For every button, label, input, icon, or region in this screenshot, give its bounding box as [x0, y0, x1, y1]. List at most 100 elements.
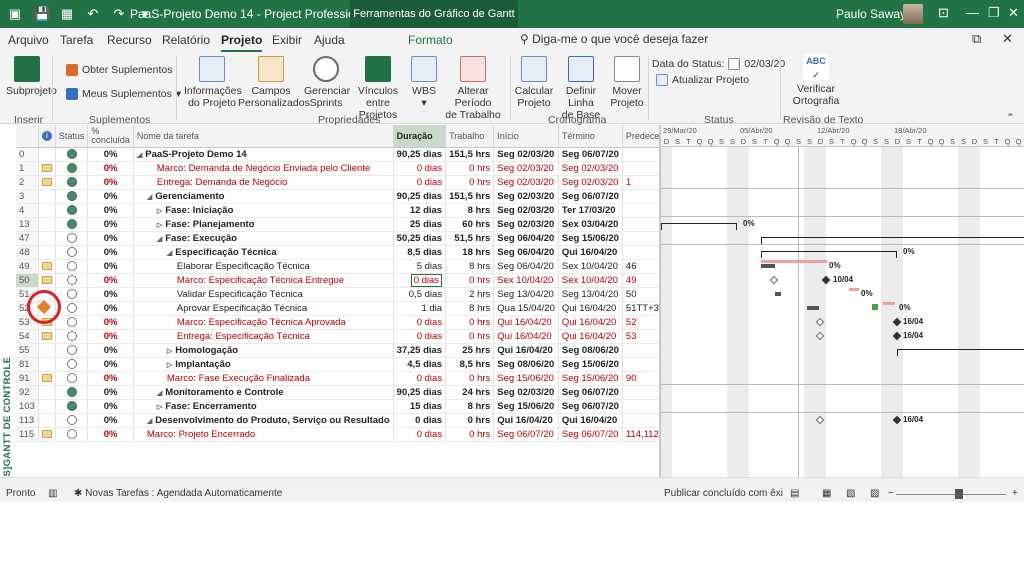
duration-cell[interactable]: 90,25 dias [393, 147, 447, 162]
pct-complete-cell[interactable]: 0% [87, 147, 134, 162]
finish-cell[interactable]: Ter 17/03/20 [558, 203, 623, 218]
duration-cell[interactable]: 5 dias [393, 259, 447, 274]
tab-exibir[interactable]: Exibir [272, 33, 302, 47]
start-cell[interactable]: Seg 02/03/20 [493, 161, 559, 176]
indicators-cell[interactable] [38, 175, 56, 190]
project-info-button[interactable]: Informações do Projeto [184, 56, 242, 109]
collapse-triangle-icon[interactable]: ▷ [157, 221, 162, 229]
status-cell[interactable] [55, 203, 89, 218]
start-cell[interactable]: Seg 15/06/20 [493, 371, 559, 386]
table-row[interactable]: 50 0% Marco: Especificação Técnica Entregu… [16, 273, 697, 288]
table-row[interactable]: 0 0% ◢ PaaS-Projeto Demo 14 90,25 dias 151,5 … [16, 147, 697, 162]
status-cell[interactable] [55, 385, 89, 400]
status-cell[interactable] [55, 287, 89, 302]
indicators-cell[interactable] [38, 399, 56, 414]
pct-complete-cell[interactable]: 0% [87, 259, 134, 274]
status-cell[interactable] [55, 357, 89, 372]
status-cell[interactable] [55, 161, 89, 176]
avatar[interactable] [903, 4, 923, 24]
status-cell[interactable] [55, 427, 89, 442]
work-cell[interactable]: 2 hrs [445, 287, 495, 302]
indicators-cell[interactable] [38, 259, 56, 274]
pct-complete-cell[interactable]: 0% [87, 385, 134, 400]
start-cell[interactable]: Qui 16/04/20 [493, 413, 559, 428]
table-row[interactable]: 54 0% Entrega: Especificação Técnica 0 dias… [16, 329, 697, 344]
tab-relatorio[interactable]: Relatório [162, 33, 210, 47]
pct-complete-cell[interactable]: 0% [87, 203, 134, 218]
pct-complete-cell[interactable]: 0% [87, 315, 134, 330]
start-cell[interactable]: Qui 16/04/20 [493, 329, 559, 344]
table-row[interactable]: 52 0% Aprovar Especificação Técnica 1 dia 8 … [16, 301, 697, 316]
note-icon[interactable] [41, 177, 52, 186]
table-row[interactable]: 3 0% ◢ Gerenciamento 90,25 dias 151,5 hrs Seg … [16, 189, 697, 204]
collapse-triangle-icon[interactable]: ◢ [167, 249, 172, 257]
status-cell[interactable] [55, 371, 89, 386]
finish-cell[interactable]: Seg 06/07/20 [558, 427, 623, 442]
collapse-triangle-icon[interactable]: ◢ [137, 151, 142, 159]
duration-cell[interactable]: 15 dias [393, 399, 447, 414]
tell-me-search[interactable]: ⚲ Diga-me o que você deseja fazer [520, 32, 708, 46]
redo-icon[interactable]: ↷ [112, 6, 126, 22]
duration-header[interactable]: Duração [393, 125, 447, 148]
indicators-cell[interactable] [38, 385, 56, 400]
indicators-cell[interactable] [38, 273, 56, 288]
task-name-cell[interactable]: Validar Especificação Técnica [133, 287, 394, 302]
duration-cell[interactable]: 0,5 dias [393, 287, 447, 302]
status-cell[interactable] [55, 329, 89, 344]
tab-projeto[interactable]: Projeto [221, 33, 263, 52]
pct-complete-cell[interactable]: 0% [87, 175, 134, 190]
note-icon[interactable] [41, 261, 52, 270]
task-name-cell[interactable]: Marco: Fase Execução Finalizada [133, 371, 394, 386]
note-icon[interactable] [41, 163, 52, 172]
indicators-cell[interactable] [38, 161, 56, 176]
table-row[interactable]: 2 0% Entrega: Demanda de Negócio 0 dias 0 hr… [16, 175, 697, 190]
table-row[interactable]: 113 0% ◢ Desenvolvimento do Produto, Serviç… [16, 413, 697, 428]
zoom-slider[interactable] [896, 494, 1006, 495]
set-baseline-button[interactable]: Definir Linha de Base [552, 56, 610, 121]
tab-tarefa[interactable]: Tarefa [60, 33, 93, 47]
indicators-cell[interactable] [38, 147, 56, 162]
pct-complete-cell[interactable]: 0% [87, 273, 134, 288]
table-row[interactable]: 53 0% Marco: Especificação Técnica Aprovad… [16, 315, 697, 330]
start-cell[interactable]: Seg 02/03/20 [493, 175, 559, 190]
finish-cell[interactable]: Qui 16/04/20 [558, 413, 623, 428]
work-cell[interactable]: 60 hrs [445, 217, 495, 232]
task-name-cell[interactable]: Marco: Demanda de Negócio Enviada pelo C… [133, 161, 394, 176]
pct-complete-cell[interactable]: 0% [87, 217, 134, 232]
duration-cell[interactable]: 4,5 dias [393, 357, 447, 372]
pct-complete-cell[interactable]: 0% [87, 189, 134, 204]
minimize-icon[interactable]: — [966, 5, 979, 20]
table-row[interactable]: 49 0% Elaborar Especificação Técnica 5 dias… [16, 259, 697, 274]
indicators-cell[interactable] [38, 357, 56, 372]
note-icon[interactable] [41, 429, 52, 438]
indicators-cell[interactable] [38, 343, 56, 358]
table-row[interactable]: 1 0% Marco: Demanda de Negócio Enviada pel… [16, 161, 697, 176]
status-cell[interactable] [55, 147, 89, 162]
note-icon[interactable] [41, 275, 52, 284]
status-date-field[interactable]: Data do Status: 02/03/20 [652, 58, 785, 70]
ribbon-display-options-icon[interactable]: ⊡ [938, 5, 949, 21]
finish-cell[interactable]: Seg 15/06/20 [558, 231, 623, 246]
task-name-cell[interactable]: Entrega: Demanda de Negócio [133, 175, 394, 190]
work-cell[interactable]: 18 hrs [445, 245, 495, 260]
task-name-cell[interactable]: ▷ Fase: Iniciação [133, 203, 394, 218]
status-cell[interactable] [55, 399, 89, 414]
status-cell[interactable] [55, 189, 89, 204]
work-cell[interactable]: 8 hrs [445, 203, 495, 218]
work-cell[interactable]: 51,5 hrs [445, 231, 495, 246]
status-cell[interactable] [55, 273, 89, 288]
pct-complete-cell[interactable]: 0% [87, 371, 134, 386]
tab-recurso[interactable]: Recurso [107, 33, 152, 47]
indicators-cell[interactable] [38, 413, 56, 428]
zoom-slider-thumb[interactable] [955, 489, 963, 499]
close-icon[interactable]: ✕ [1008, 5, 1019, 21]
duration-cell[interactable]: 50,25 dias [393, 231, 447, 246]
pct-complete-cell[interactable]: 0% [87, 357, 134, 372]
task-name-cell[interactable]: ▷ Implantação [133, 357, 394, 372]
table-row[interactable]: 48 0% ◢ Especificação Técnica 8,5 dias 18 hrs… [16, 245, 697, 260]
horizontal-scrollbar[interactable] [0, 477, 1024, 487]
start-cell[interactable]: Seg 02/03/20 [493, 189, 559, 204]
start-cell[interactable]: Seg 08/06/20 [493, 357, 559, 372]
finish-cell[interactable]: Qui 16/04/20 [558, 315, 623, 330]
work-cell[interactable]: 0 hrs [445, 413, 495, 428]
